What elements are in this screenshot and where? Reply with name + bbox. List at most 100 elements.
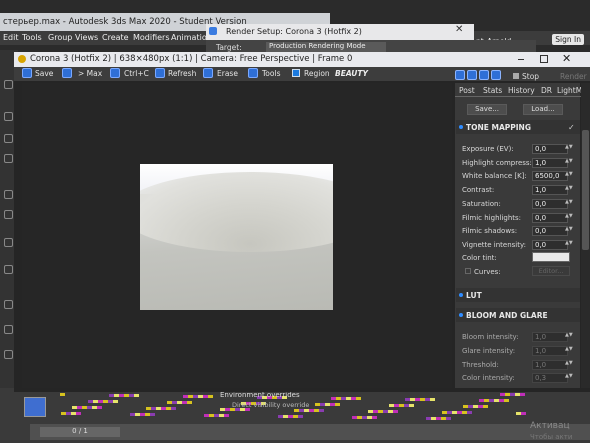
tone-mapping-row-value-field[interactable]: 0,0	[532, 144, 568, 154]
clutter-mark	[446, 417, 451, 420]
toolbar-tool-icon[interactable]	[4, 154, 13, 163]
spinner-arrows-icon[interactable]: ▲▼	[565, 186, 573, 194]
clutter-mark	[521, 412, 526, 415]
spinner-arrows-icon[interactable]: ▲▼	[565, 227, 573, 235]
maximize-icon[interactable]	[540, 55, 548, 63]
tab-post[interactable]: Post	[459, 86, 475, 95]
material-preview-icon[interactable]	[24, 397, 46, 417]
clutter-mark	[103, 400, 108, 403]
toolbar-tool-icon[interactable]	[4, 238, 13, 247]
zoom-fit-icon[interactable]	[479, 70, 489, 80]
clutter-mark	[167, 401, 172, 404]
render-element-beauty[interactable]: BEAUTY	[335, 69, 368, 78]
clutter-mark	[409, 404, 414, 407]
tone-mapping-row-value-field[interactable]: 1,0	[532, 157, 568, 168]
save-icon	[22, 68, 32, 78]
fit-window-icon[interactable]	[491, 70, 501, 80]
toolbar-tool-icon[interactable]	[4, 325, 13, 334]
zoom-in-icon[interactable]	[455, 70, 465, 80]
spinner-arrows-icon[interactable]: ▲▼	[565, 346, 573, 355]
menu-edit[interactable]: Edit	[3, 33, 19, 42]
clutter-mark	[214, 414, 219, 417]
post-save-button[interactable]: Save...	[467, 104, 507, 115]
tone-mapping-row-value-field[interactable]: 0,0	[532, 226, 568, 237]
save-button[interactable]: Save	[35, 69, 53, 78]
toolbar-tool-icon[interactable]	[4, 190, 13, 199]
spinner-arrows-icon[interactable]: ▲▼	[565, 360, 573, 369]
bloom-glare-row-value-field[interactable]: 0,3	[532, 373, 568, 384]
render-button[interactable]: Render	[560, 72, 587, 81]
curves-checkbox[interactable]	[465, 268, 471, 274]
region-checkbox[interactable]	[292, 69, 300, 77]
spinner-arrows-icon[interactable]: ▲▼	[565, 374, 573, 382]
render-setup-close-icon[interactable]: ✕	[455, 24, 463, 35]
spinner-arrows-icon[interactable]: ▲▼	[565, 333, 573, 341]
spinner-arrows-icon[interactable]: ▲▼	[565, 172, 573, 180]
toolbar-tool-icon[interactable]	[4, 265, 13, 274]
clutter-mark	[60, 393, 65, 396]
curves-editor-button[interactable]: Editor...	[532, 266, 570, 276]
menu-modifiers[interactable]: Modifiers	[133, 33, 170, 42]
toolbar-tool-icon[interactable]	[4, 112, 13, 121]
close-icon[interactable]: ✕	[562, 52, 571, 65]
clutter-mark	[463, 405, 468, 408]
target-dropdown[interactable]: Production Rendering Mode	[266, 42, 386, 52]
tone-mapping-enabled-checkbox[interactable]: ✓	[568, 123, 575, 132]
tone-mapping-row-value-field[interactable]: 0,0	[532, 198, 568, 209]
bloom-glare-row-value-field[interactable]: 1,0	[532, 332, 568, 342]
menu-create[interactable]: Create	[102, 33, 129, 42]
tone-mapping-row-value-field[interactable]: 0,0	[532, 239, 568, 250]
tools-button[interactable]: Tools	[262, 69, 280, 78]
tab-history[interactable]: History	[508, 86, 535, 95]
clutter-mark	[341, 397, 346, 400]
erase-button[interactable]: Erase	[217, 69, 238, 78]
frame-counter[interactable]: 0 / 1	[40, 427, 120, 437]
spinner-arrows-icon[interactable]: ▲▼	[565, 199, 573, 208]
bloom-glare-row-value-field[interactable]: 1,0	[532, 345, 568, 356]
refresh-button[interactable]: Refresh	[168, 69, 196, 78]
tone-mapping-row-label: Exposure (EV):	[462, 145, 514, 153]
clutter-mark	[177, 401, 182, 404]
stop-button[interactable]: Stop	[522, 72, 539, 81]
tab-dr[interactable]: DR	[541, 86, 552, 95]
toolbar-tool-icon[interactable]	[4, 350, 13, 359]
clutter-mark	[473, 405, 478, 408]
clutter-mark	[294, 409, 299, 412]
menu-group[interactable]: Group	[48, 33, 72, 42]
color-tint-swatch[interactable]	[532, 252, 570, 262]
tab-divider	[455, 96, 590, 97]
spinner-arrows-icon[interactable]: ▲▼	[565, 158, 573, 167]
toolbar-tool-icon[interactable]	[4, 80, 13, 89]
menu-tools[interactable]: Tools	[22, 33, 42, 42]
post-load-button[interactable]: Load...	[523, 104, 563, 115]
to-max-button[interactable]: > Max	[78, 69, 102, 78]
tone-mapping-row-value-field[interactable]: 6500,0	[532, 171, 568, 182]
toolbar-tool-icon[interactable]	[4, 210, 13, 219]
spinner-arrows-icon[interactable]: ▲▼	[565, 240, 573, 249]
clutter-mark	[87, 406, 92, 409]
panel-scrollbar-thumb[interactable]	[582, 130, 589, 250]
sign-in-button[interactable]: Sign In	[552, 34, 584, 45]
windows-activation-watermark: Активац	[530, 421, 570, 431]
menu-views[interactable]: Views	[75, 33, 98, 42]
clutter-mark	[430, 398, 435, 401]
clutter-mark	[82, 406, 87, 409]
copy-button[interactable]: Ctrl+C	[124, 69, 149, 78]
clutter-mark	[510, 393, 515, 396]
direct-visibility-checkbox-label[interactable]: Direct visibility override	[232, 401, 309, 409]
clutter-mark	[415, 398, 420, 401]
toolbar-tool-icon[interactable]	[4, 134, 13, 143]
tone-mapping-row-value-field[interactable]: 0,0	[532, 212, 568, 223]
toolbar-tool-icon[interactable]	[4, 300, 13, 309]
spinner-arrows-icon[interactable]: ▲▼	[565, 145, 573, 153]
clutter-mark	[119, 394, 124, 397]
zoom-out-icon[interactable]	[467, 70, 477, 80]
minimize-icon[interactable]	[518, 59, 524, 60]
spinner-arrows-icon[interactable]: ▲▼	[565, 213, 573, 222]
tone-mapping-row-value-field[interactable]: 1,0	[532, 185, 568, 196]
bloom-glare-row-value-field[interactable]: 1,0	[532, 359, 568, 370]
clutter-mark	[431, 417, 436, 420]
clutter-mark	[520, 393, 525, 396]
clutter-mark	[393, 410, 398, 413]
tab-stats[interactable]: Stats	[483, 86, 502, 95]
